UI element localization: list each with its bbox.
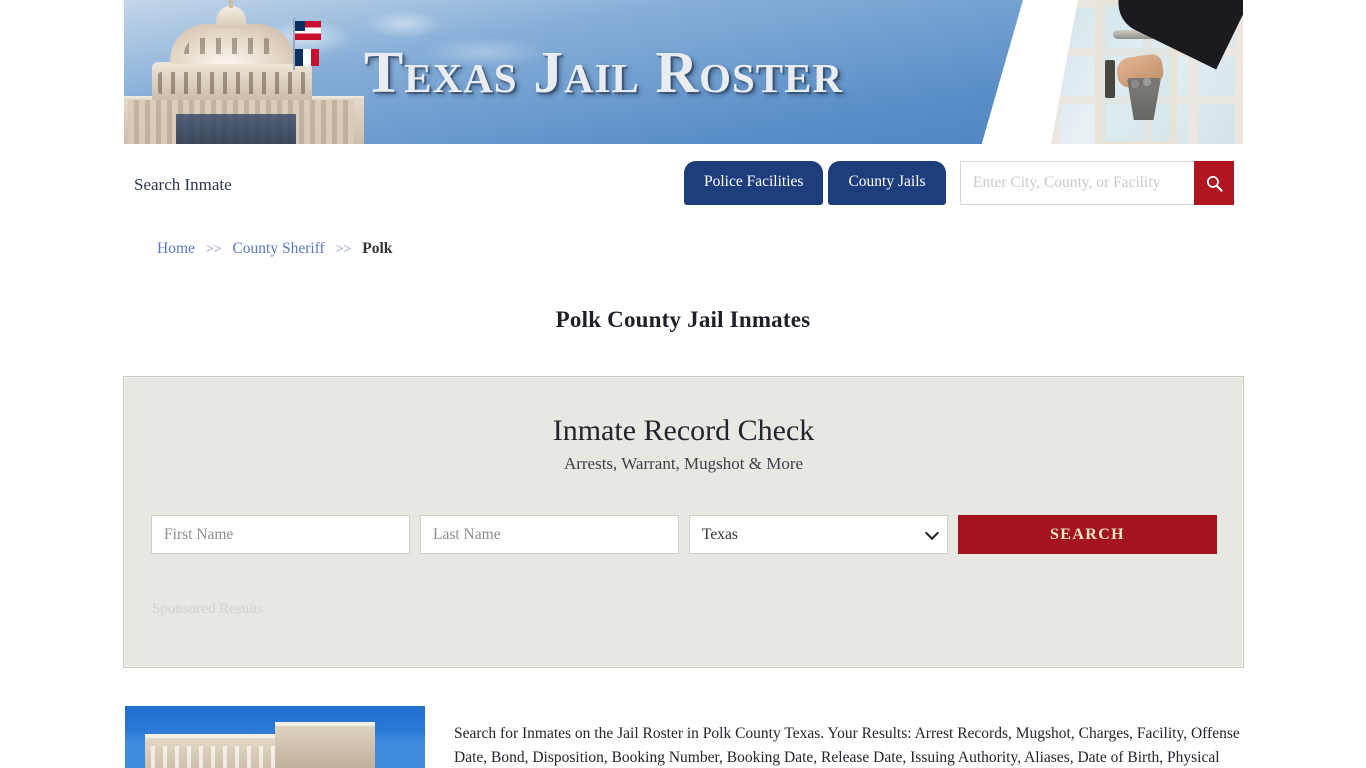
sponsored-results-label: Sponsored Results	[152, 601, 264, 617]
site-title: Texas Jail Roster	[363, 38, 844, 105]
navbar: Search Inmate Police Facilities County J…	[124, 144, 1243, 224]
banner-title-wrap: Texas Jail Roster	[124, 0, 1243, 144]
state-select-wrap: Texas	[689, 515, 948, 554]
breadcrumb-separator: >>	[335, 242, 352, 257]
brand-label: Search Inmate	[134, 175, 232, 194]
tab-police-facilities[interactable]: Police Facilities	[684, 161, 824, 205]
breadcrumb-home[interactable]: Home	[157, 240, 195, 257]
inmate-record-check-panel: Inmate Record Check Arrests, Warrant, Mu…	[123, 376, 1244, 668]
panel-subtitle: Arrests, Warrant, Mugshot & More	[563, 454, 804, 473]
facility-search-input[interactable]	[960, 161, 1194, 205]
first-name-input[interactable]	[151, 515, 410, 554]
page-title: Polk County Jail Inmates	[555, 307, 811, 333]
nav-tabs: Police Facilities County Jails	[684, 161, 946, 205]
site-banner: Texas Jail Roster	[124, 0, 1243, 144]
breadcrumb-county-sheriff[interactable]: County Sheriff	[232, 240, 324, 257]
search-submit-button[interactable]: SEARCH	[958, 515, 1217, 554]
search-icon	[1206, 175, 1223, 192]
tab-county-jails[interactable]: County Jails	[828, 161, 946, 205]
panel-title: Inmate Record Check	[552, 414, 815, 447]
state-select[interactable]: Texas	[689, 515, 948, 554]
county-courthouse-image	[125, 706, 425, 768]
breadcrumb-current: Polk	[362, 240, 393, 257]
breadcrumb: Home >> County Sheriff >> Polk	[157, 240, 392, 258]
facility-search-box	[960, 161, 1234, 205]
facility-search-button[interactable]	[1194, 161, 1234, 205]
last-name-input[interactable]	[420, 515, 679, 554]
content-section: Search for Inmates on the Jail Roster in…	[124, 706, 1244, 768]
page-root: Texas Jail Roster Search Inmate Police F…	[0, 0, 1366, 768]
content-description: Search for Inmates on the Jail Roster in…	[454, 724, 1240, 766]
breadcrumb-separator: >>	[205, 242, 222, 257]
inmate-search-form: Texas SEARCH	[151, 515, 1217, 554]
